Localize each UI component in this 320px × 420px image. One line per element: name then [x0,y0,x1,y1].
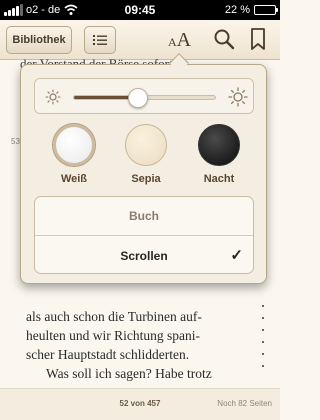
font-size-button[interactable]: AA [168,29,191,52]
status-bar: o2 - de 09:45 22 % [0,0,280,20]
battery-percent: 22 % [224,4,250,16]
theme-sepia-label: Sepia [131,173,161,185]
brightness-high-icon [228,87,248,107]
signal-icon [4,4,23,16]
search-icon[interactable] [212,27,236,51]
theme-night-label: Nacht [203,173,235,185]
list-icon [93,35,107,45]
text-line: Was soll ich sagen? Habe trotz [46,366,212,381]
theme-white-button[interactable] [53,124,95,166]
wifi-icon [64,4,78,15]
brightness-slider-thumb[interactable] [128,88,149,108]
text-line: heulten und wir Richtung spani- [26,328,200,343]
font-small-label: A [168,35,177,49]
toolbar: Bibliothek AA [0,20,280,60]
reading-mode-group: Buch Scrollen ✓ [34,196,254,274]
font-large-label: A [176,29,192,51]
brightness-panel [34,78,254,114]
library-button[interactable]: Bibliothek [6,26,72,54]
brightness-slider[interactable] [73,88,216,108]
mode-book-label: Buch [129,209,159,223]
table-of-contents-button[interactable] [84,26,116,54]
theme-sepia-button[interactable] [125,124,167,166]
mode-book-option[interactable]: Buch [35,197,253,236]
pages-remaining: Noch 82 Seiten [217,399,272,408]
page-body-text: als auch schon die Turbinen auf- heulten… [26,307,266,383]
mode-scroll-label: Scrollen [120,248,168,263]
carrier-label: o2 - de [26,4,61,16]
theme-white-label: Weiß [60,173,88,185]
checkmark-icon: ✓ [230,247,243,264]
text-line: scher Hauptstadt schlidderten. [26,347,190,362]
bookmark-icon[interactable] [250,27,266,51]
text-line: als auch schon die Turbinen auf- [26,309,202,324]
page-footer: 52 von 457 Noch 82 Seiten [0,388,280,420]
mode-scroll-option[interactable]: Scrollen ✓ [35,236,253,273]
brightness-low-icon [45,89,61,105]
page-number-left: 53 [11,137,20,146]
theme-night-button[interactable] [198,124,240,166]
battery-icon [254,5,278,15]
